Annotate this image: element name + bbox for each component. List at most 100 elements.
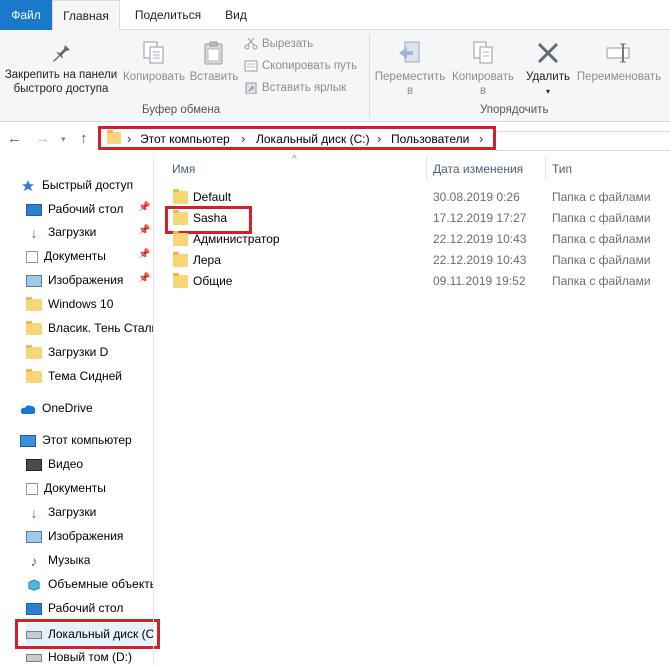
nav-pc-downloads[interactable]: ↓ Загрузки	[26, 501, 97, 523]
video-icon	[26, 458, 42, 471]
column-divider[interactable]	[545, 156, 546, 180]
file-date: 22.12.2019 10:43	[433, 232, 527, 246]
file-name: Общие	[193, 274, 233, 288]
breadcrumb-users[interactable]: Пользователи	[391, 132, 469, 146]
pin-icon[interactable]: 📌	[138, 273, 150, 284]
nav-music[interactable]: ♪ Музыка	[26, 549, 91, 571]
breadcrumb-local-disk[interactable]: Локальный диск (C:)	[256, 132, 370, 146]
pin-label-1: Закрепить на панели	[4, 69, 118, 81]
nav-quick-access-label: Быстрый доступ	[42, 178, 134, 192]
copy-path-label: Скопировать путь	[262, 60, 358, 72]
copy-label: Копировать	[123, 71, 185, 83]
documents-icon	[26, 250, 38, 263]
pin-icon[interactable]: 📌	[138, 249, 150, 260]
nav-tema[interactable]: Тема Сидней	[26, 365, 122, 387]
cut-label: Вырезать	[262, 38, 314, 50]
recent-chevron-icon[interactable]: ▾	[61, 134, 66, 145]
tab-view[interactable]: Вид	[214, 0, 258, 31]
music-note-icon: ♪	[30, 552, 38, 569]
nav-new-volume-label: Новый том (D:)	[48, 650, 132, 664]
file-date: 30.08.2019 0:26	[433, 190, 520, 204]
file-type: Папка с файлами	[552, 211, 651, 225]
file-date: 17.12.2019 17:27	[433, 211, 527, 225]
rename-button[interactable]: Переименовать	[574, 40, 664, 84]
nav-pc-downloads-label: Загрузки	[48, 505, 97, 519]
column-header-date[interactable]: Дата изменения	[433, 162, 523, 176]
highlight-box	[15, 619, 160, 649]
nav-pc-pictures[interactable]: Изображения	[26, 525, 123, 547]
rename-icon	[606, 43, 630, 63]
pictures-icon	[26, 274, 42, 287]
nav-3d-objects[interactable]: Объемные объекты	[26, 573, 154, 595]
copy-to-icon	[473, 41, 493, 64]
column-divider[interactable]	[426, 156, 427, 180]
pin-quick-access-button[interactable]: Закрепить на панели быстрого доступа	[2, 40, 120, 96]
nav-3d-objects-label: Объемные объекты	[48, 577, 154, 591]
delete-button[interactable]: Удалить ▾	[522, 40, 574, 99]
chevron-right-icon: ›	[241, 131, 246, 146]
folder-icon	[173, 273, 188, 288]
nav-vlasik[interactable]: Власик. Тень Стали	[26, 317, 154, 339]
copy-path-icon	[244, 60, 258, 72]
nav-downloads-label: Загрузки	[48, 225, 97, 239]
column-header-name[interactable]: Имя	[172, 162, 195, 176]
nav-this-pc-label: Этот компьютер	[42, 433, 132, 447]
nav-video[interactable]: Видео	[26, 453, 83, 475]
clipboard-group-label: Буфер обмена	[142, 104, 221, 116]
address-bar-tail[interactable]	[496, 131, 670, 151]
back-arrow-icon[interactable]: ←	[7, 130, 22, 147]
file-row[interactable]: Лера 22.12.2019 10:43 Папка с файлами	[165, 250, 665, 271]
breadcrumb-this-pc[interactable]: Этот компьютер	[140, 132, 230, 146]
delete-label: Удалить	[526, 71, 570, 83]
column-header-type[interactable]: Тип	[552, 162, 572, 176]
up-arrow-icon[interactable]: ↑	[80, 130, 88, 147]
nav-downloads-d[interactable]: Загрузки D	[26, 341, 108, 363]
star-icon	[22, 179, 34, 191]
nav-music-label: Музыка	[48, 553, 91, 567]
pin-icon[interactable]: 📌	[138, 225, 150, 236]
delete-x-icon	[537, 42, 559, 64]
nav-onedrive-label: OneDrive	[42, 401, 93, 415]
ribbon-tabs: Файл Главная Поделиться Вид	[0, 0, 670, 31]
clipboard-icon	[204, 41, 223, 65]
pane-divider	[153, 154, 154, 665]
nav-pc-desktop[interactable]: Рабочий стол	[26, 597, 123, 619]
address-bar[interactable]: › Этот компьютер › Локальный диск (C:) ›…	[98, 126, 496, 150]
tab-home[interactable]: Главная	[52, 0, 120, 31]
tab-file[interactable]: Файл	[0, 0, 52, 31]
nav-pc-documents[interactable]: Документы	[26, 477, 106, 499]
paste-shortcut-button[interactable]: Вставить ярлык	[244, 80, 346, 96]
nav-this-pc[interactable]: Этот компьютер	[20, 429, 132, 451]
nav-desktop[interactable]: Рабочий стол	[26, 198, 123, 220]
file-row[interactable]: Администратор 22.12.2019 10:43 Папка с ф…	[165, 229, 665, 250]
nav-downloads[interactable]: ↓ Загрузки	[26, 221, 97, 243]
nav-vlasik-label: Власик. Тень Стали	[48, 321, 154, 335]
nav-documents[interactable]: Документы	[26, 245, 106, 267]
cut-button[interactable]: Вырезать	[244, 36, 313, 52]
nav-onedrive[interactable]: OneDrive	[20, 397, 93, 419]
file-type: Папка с файлами	[552, 190, 651, 204]
file-row[interactable]: Default 30.08.2019 0:26 Папка с файлами	[165, 187, 665, 208]
nav-pictures[interactable]: Изображения	[26, 269, 123, 291]
tab-share[interactable]: Поделиться	[126, 0, 210, 31]
copy-path-button[interactable]: Скопировать путь	[244, 58, 357, 74]
forward-arrow-icon[interactable]: →	[35, 130, 50, 147]
file-type: Папка с файлами	[552, 274, 651, 288]
file-row[interactable]: Общие 09.11.2019 19:52 Папка с файлами	[165, 271, 665, 292]
file-name: Лера	[193, 253, 221, 267]
scissors-icon	[244, 37, 258, 50]
chevron-down-icon[interactable]: ▾	[546, 87, 550, 96]
nav-quick-access[interactable]: Быстрый доступ	[20, 174, 133, 196]
paste-button[interactable]: Вставить	[188, 40, 240, 84]
pin-icon[interactable]: 📌	[138, 202, 150, 213]
move-to-button[interactable]: Переместить в	[374, 40, 446, 98]
copy-to-button[interactable]: Копировать в	[448, 40, 518, 98]
folder-icon	[26, 296, 42, 311]
download-arrow-icon: ↓	[30, 504, 38, 521]
pin-label-2: быстрого доступа	[13, 83, 109, 95]
file-list: ^ Имя Дата изменения Тип Default 30.08.2…	[155, 154, 670, 665]
copy-button[interactable]: Копировать	[120, 40, 188, 84]
nav-windows10[interactable]: Windows 10	[26, 293, 113, 315]
hard-drive-icon	[26, 653, 42, 662]
navigation-bar: ← → ▾ ↑ › Этот компьютер › Локальный дис…	[0, 122, 670, 154]
